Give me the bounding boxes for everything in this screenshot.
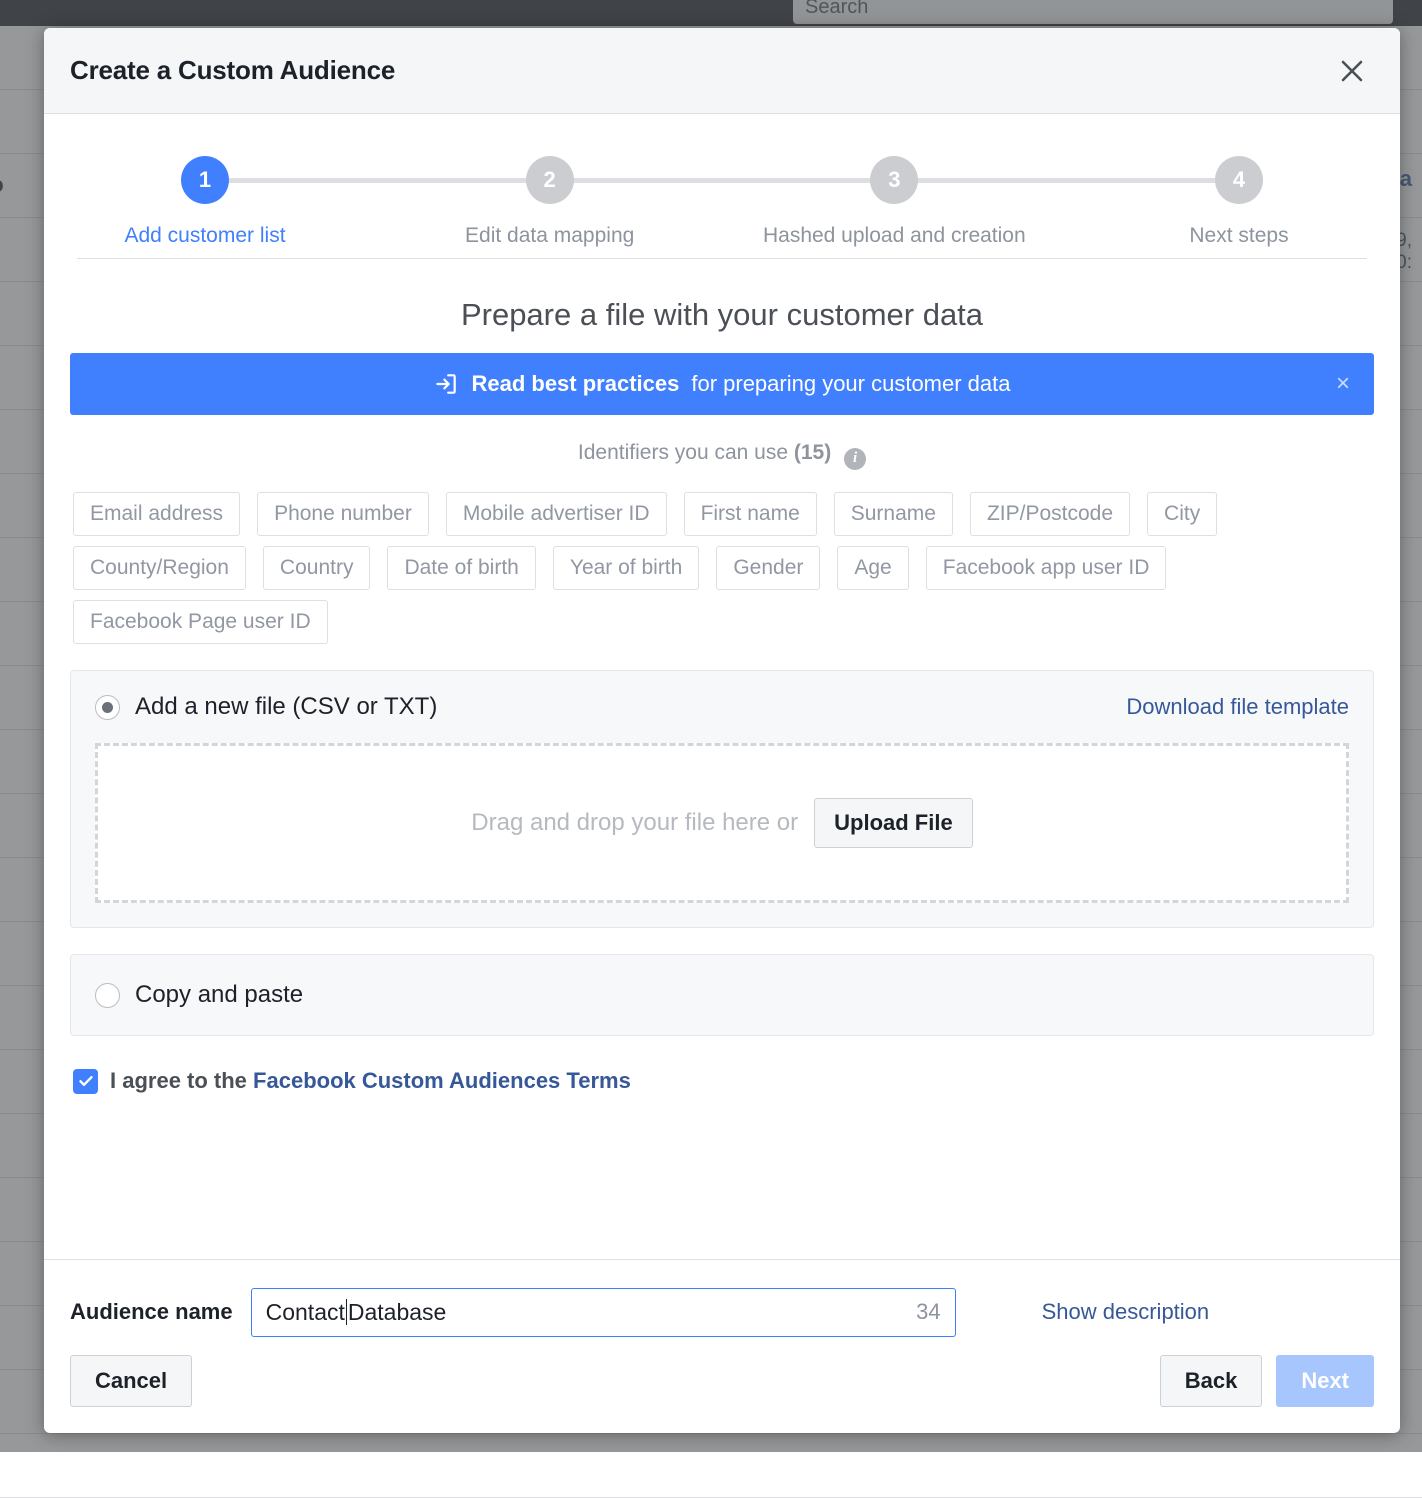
identifier-chip: Email address <box>73 492 240 536</box>
cancel-button[interactable]: Cancel <box>70 1355 192 1407</box>
step-number: 3 <box>870 156 918 204</box>
identifiers-heading: Identifiers you can use (15) i <box>70 441 1374 470</box>
add-new-file-card: Add a new file (CSV or TXT) Download fil… <box>70 670 1374 928</box>
audience-name-input[interactable]: Contact Database 34 <box>251 1288 956 1337</box>
identifier-chip: Age <box>837 546 908 590</box>
terms-checkbox[interactable] <box>73 1069 98 1094</box>
step-number: 1 <box>181 156 229 204</box>
dialog-title: Create a Custom Audience <box>70 55 1332 86</box>
audience-name-label: Audience name <box>70 1299 233 1325</box>
radio-copy-and-paste[interactable] <box>95 983 120 1008</box>
page-title: Prepare a file with your customer data <box>70 297 1374 333</box>
show-description-link[interactable]: Show description <box>1042 1299 1210 1325</box>
copy-and-paste-card[interactable]: Copy and paste <box>70 954 1374 1036</box>
create-custom-audience-dialog: Create a Custom Audience 1 Add customer … <box>44 28 1400 1433</box>
add-new-file-header: Add a new file (CSV or TXT) Download fil… <box>95 693 1349 721</box>
banner-strong-text: Read best practices <box>471 371 679 397</box>
character-counter: 34 <box>916 1299 940 1325</box>
add-new-file-label: Add a new file (CSV or TXT) <box>135 693 437 721</box>
identifier-chip: County/Region <box>73 546 246 590</box>
step-label: Next steps <box>1189 224 1288 248</box>
terms-agreement-row: I agree to the Facebook Custom Audiences… <box>70 1068 1374 1094</box>
terms-prefix: I agree to the <box>110 1068 253 1093</box>
identifier-chip-list: Email address Phone number Mobile advert… <box>70 492 1374 645</box>
banner-rest-text: for preparing your customer data <box>691 371 1010 397</box>
next-button[interactable]: Next <box>1276 1355 1374 1407</box>
dialog-body: 1 Add customer list 2 Edit data mapping … <box>44 114 1400 1259</box>
identifiers-label: Identifiers you can use <box>578 441 788 464</box>
upload-file-button[interactable]: Upload File <box>814 798 973 848</box>
identifier-chip: Mobile advertiser ID <box>446 492 667 536</box>
download-file-template-link[interactable]: Download file template <box>1126 694 1349 720</box>
identifier-chip: Country <box>263 546 371 590</box>
file-dropzone[interactable]: Drag and drop your file here or Upload F… <box>95 743 1349 903</box>
identifier-chip: Surname <box>834 492 953 536</box>
terms-link[interactable]: Facebook Custom Audiences Terms <box>253 1068 631 1093</box>
identifier-chip: Phone number <box>257 492 429 536</box>
dialog-header: Create a Custom Audience <box>44 28 1400 114</box>
dialog-footer: Audience name Contact Database 34 Show d… <box>44 1259 1400 1433</box>
close-icon[interactable] <box>1332 51 1372 91</box>
step-label: Edit data mapping <box>465 224 634 248</box>
login-arrow-icon <box>433 371 459 397</box>
text-caret <box>346 1299 347 1325</box>
stepper-track-line <box>229 178 1215 183</box>
identifier-chip: Year of birth <box>553 546 699 590</box>
identifier-chip: City <box>1147 492 1217 536</box>
step-label: Hashed upload and creation <box>763 224 1026 248</box>
identifier-chip: Gender <box>716 546 820 590</box>
step-number: 4 <box>1215 156 1263 204</box>
identifier-chip: Facebook Page user ID <box>73 600 328 644</box>
progress-stepper: 1 Add customer list 2 Edit data mapping … <box>70 114 1374 252</box>
banner-close-icon[interactable]: × <box>1336 372 1350 396</box>
copy-and-paste-header: Copy and paste <box>95 981 1349 1009</box>
dialog-buttons-row: Cancel Back Next <box>44 1355 1400 1433</box>
step-label: Add customer list <box>124 224 285 248</box>
radio-add-new-file[interactable] <box>95 695 120 720</box>
audience-name-row: Audience name Contact Database 34 Show d… <box>44 1260 1400 1355</box>
copy-and-paste-label: Copy and paste <box>135 981 303 1009</box>
dropzone-text: Drag and drop your file here or <box>471 809 798 837</box>
best-practices-banner[interactable]: Read best practices for preparing your c… <box>70 353 1374 415</box>
identifiers-count: (15) <box>794 441 831 464</box>
banner-content: Read best practices for preparing your c… <box>92 371 1352 397</box>
identifier-chip: ZIP/Postcode <box>970 492 1130 536</box>
header-divider <box>77 258 1367 259</box>
step-number: 2 <box>526 156 574 204</box>
back-button[interactable]: Back <box>1160 1355 1263 1407</box>
identifier-chip: Facebook app user ID <box>926 546 1167 590</box>
terms-text: I agree to the Facebook Custom Audiences… <box>110 1068 631 1094</box>
audience-name-value: Contact Database <box>266 1299 917 1326</box>
identifier-chip: First name <box>684 492 817 536</box>
audience-name-text-after-caret: Database <box>348 1299 446 1326</box>
identifier-chip: Date of birth <box>387 546 535 590</box>
audience-name-text-before-caret: Contact <box>266 1299 345 1326</box>
info-icon[interactable]: i <box>844 448 866 470</box>
